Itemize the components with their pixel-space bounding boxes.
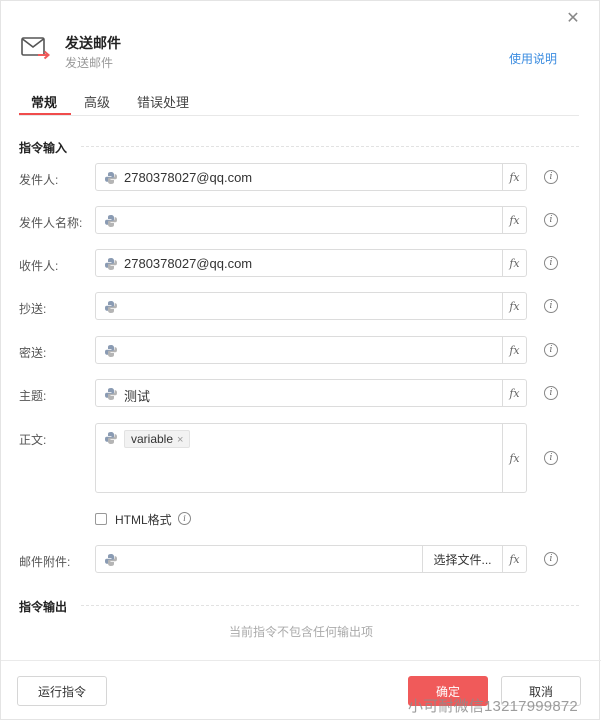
help-link[interactable]: 使用说明 <box>509 50 557 67</box>
close-icon[interactable]: ✕ <box>565 11 581 27</box>
recipient-field[interactable]: 2780378027@qq.com fx <box>95 249 527 277</box>
dialog-title: 发送邮件 <box>65 35 121 51</box>
input-section-title: 指令输入 <box>19 141 68 155</box>
watermark: 小可耐微信13217999872 <box>408 698 578 715</box>
subject-label: 主题: <box>19 389 47 403</box>
info-icon[interactable]: i <box>544 170 558 184</box>
sender-label: 发件人: <box>19 173 59 187</box>
run-command-button[interactable]: 运行指令 <box>17 676 107 706</box>
variable-tag[interactable]: variable × <box>124 430 191 448</box>
sender-name-label: 发件人名称: <box>19 216 83 230</box>
fx-button[interactable]: fx <box>502 337 526 363</box>
python-icon <box>105 258 117 270</box>
cc-label: 抄送: <box>19 302 47 316</box>
fx-button[interactable]: fx <box>502 380 526 406</box>
section-divider <box>81 605 579 606</box>
python-icon <box>105 388 117 400</box>
info-icon[interactable]: i <box>544 256 558 270</box>
html-format-checkbox[interactable] <box>95 513 107 525</box>
info-icon[interactable]: i <box>544 451 558 465</box>
tag-close-icon[interactable]: × <box>177 434 183 446</box>
python-icon <box>105 345 117 357</box>
info-icon[interactable]: i <box>544 299 558 313</box>
recipient-value: 2780378027@qq.com <box>124 256 253 271</box>
sender-field[interactable]: 2780378027@qq.com fx <box>95 163 527 191</box>
recipient-label: 收件人: <box>19 259 59 273</box>
bcc-field[interactable]: fx <box>95 336 527 364</box>
section-divider <box>81 146 579 147</box>
subject-value: 测试 <box>124 389 151 404</box>
subject-field[interactable]: 测试 fx <box>95 379 527 407</box>
fx-button[interactable]: fx <box>502 250 526 276</box>
send-email-dialog: ✕ 发送邮件 发送邮件 使用说明 常规 高级 错误处理 指令输入 发件人: 27… <box>0 0 601 720</box>
html-format-label: HTML格式 <box>115 513 172 527</box>
python-icon <box>105 554 117 566</box>
info-icon[interactable]: i <box>544 386 558 400</box>
active-tab-indicator <box>19 113 71 115</box>
cc-field[interactable]: fx <box>95 292 527 320</box>
fx-button[interactable]: fx <box>502 164 526 190</box>
body-textarea[interactable]: variable × fx <box>95 423 527 493</box>
footer-divider <box>1 660 601 661</box>
attachment-label: 邮件附件: <box>19 555 71 569</box>
mail-send-icon <box>21 37 51 60</box>
info-icon[interactable]: i <box>544 552 558 566</box>
python-icon <box>105 215 117 227</box>
no-output-message: 当前指令不包含任何输出项 <box>228 625 373 639</box>
fx-button[interactable]: fx <box>502 293 526 319</box>
tab-advanced[interactable]: 高级 <box>84 92 110 111</box>
bcc-label: 密送: <box>19 346 47 360</box>
fx-button[interactable]: fx <box>502 546 526 572</box>
python-icon <box>105 172 117 184</box>
attachment-field[interactable]: 选择文件... fx <box>95 545 527 573</box>
output-section-title: 指令输出 <box>19 600 68 614</box>
variable-tag-label: variable <box>131 432 174 446</box>
info-icon[interactable]: i <box>178 512 191 525</box>
choose-file-button[interactable]: 选择文件... <box>422 546 502 572</box>
tab-error-handling[interactable]: 错误处理 <box>137 92 189 111</box>
tab-general[interactable]: 常规 <box>31 92 57 111</box>
dialog-subtitle: 发送邮件 <box>65 56 114 70</box>
sender-name-field[interactable]: fx <box>95 206 527 234</box>
tab-bar: 常规 高级 错误处理 <box>19 90 579 116</box>
python-icon <box>105 301 117 313</box>
python-icon <box>105 432 117 444</box>
info-icon[interactable]: i <box>544 343 558 357</box>
fx-button[interactable]: fx <box>502 424 526 492</box>
body-label: 正文: <box>19 433 47 447</box>
info-icon[interactable]: i <box>544 213 558 227</box>
fx-button[interactable]: fx <box>502 207 526 233</box>
sender-value: 2780378027@qq.com <box>124 170 253 185</box>
